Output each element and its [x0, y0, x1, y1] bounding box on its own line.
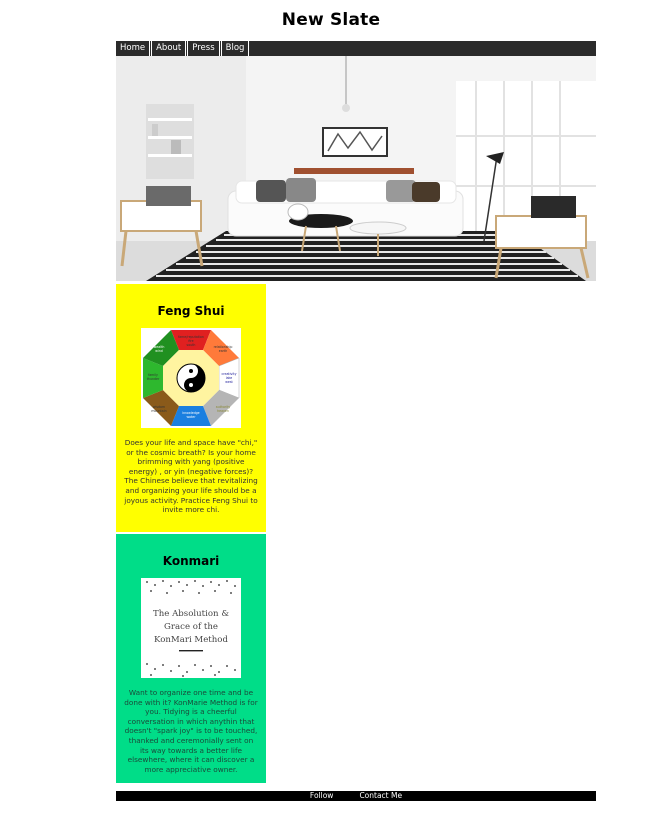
book-title-line-2: Grace of the: [164, 622, 218, 632]
nav-about[interactable]: About: [151, 41, 187, 56]
konmari-description: Want to organize one time and be done wi…: [124, 688, 258, 774]
book-title-line-3: KonMari Method: [154, 635, 228, 645]
footer-follow-link[interactable]: Follow: [310, 791, 334, 801]
svg-text:west: west: [225, 380, 233, 384]
feng-shui-card: Feng Shui fame/reputation fire south rel…: [116, 284, 266, 532]
site-title: New Slate: [281, 10, 381, 30]
konmari-card: Konmari The Absolution & Grace of the Ko…: [116, 534, 266, 783]
nav-blog[interactable]: Blog: [220, 41, 250, 56]
feng-shui-title: Feng Shui: [157, 304, 225, 318]
konmari-book-image: The Absolution & Grace of the KonMari Me…: [141, 578, 241, 678]
svg-text:mountain: mountain: [151, 409, 166, 413]
svg-text:water: water: [186, 415, 196, 419]
footer-bar: Follow Contact Me: [116, 791, 596, 801]
nav-press[interactable]: Press: [187, 41, 220, 56]
svg-text:earth: earth: [219, 349, 228, 353]
nav-bar: Home About Press Blog: [116, 41, 596, 56]
hero-image: [116, 56, 596, 281]
feng-shui-description: Does your life and space have "chi," or …: [124, 438, 258, 515]
konmari-title: Konmari: [162, 554, 220, 568]
svg-text:thunder: thunder: [147, 377, 160, 381]
bagua-map-image: fame/reputation fire south relationship …: [141, 328, 241, 428]
svg-text:wind: wind: [155, 349, 163, 353]
footer-contact-link[interactable]: Contact Me: [359, 791, 402, 801]
svg-text:south: south: [187, 343, 196, 347]
svg-text:heaven: heaven: [217, 409, 229, 413]
nav-home[interactable]: Home: [116, 41, 151, 56]
book-title-line-1: The Absolution &: [153, 609, 229, 619]
